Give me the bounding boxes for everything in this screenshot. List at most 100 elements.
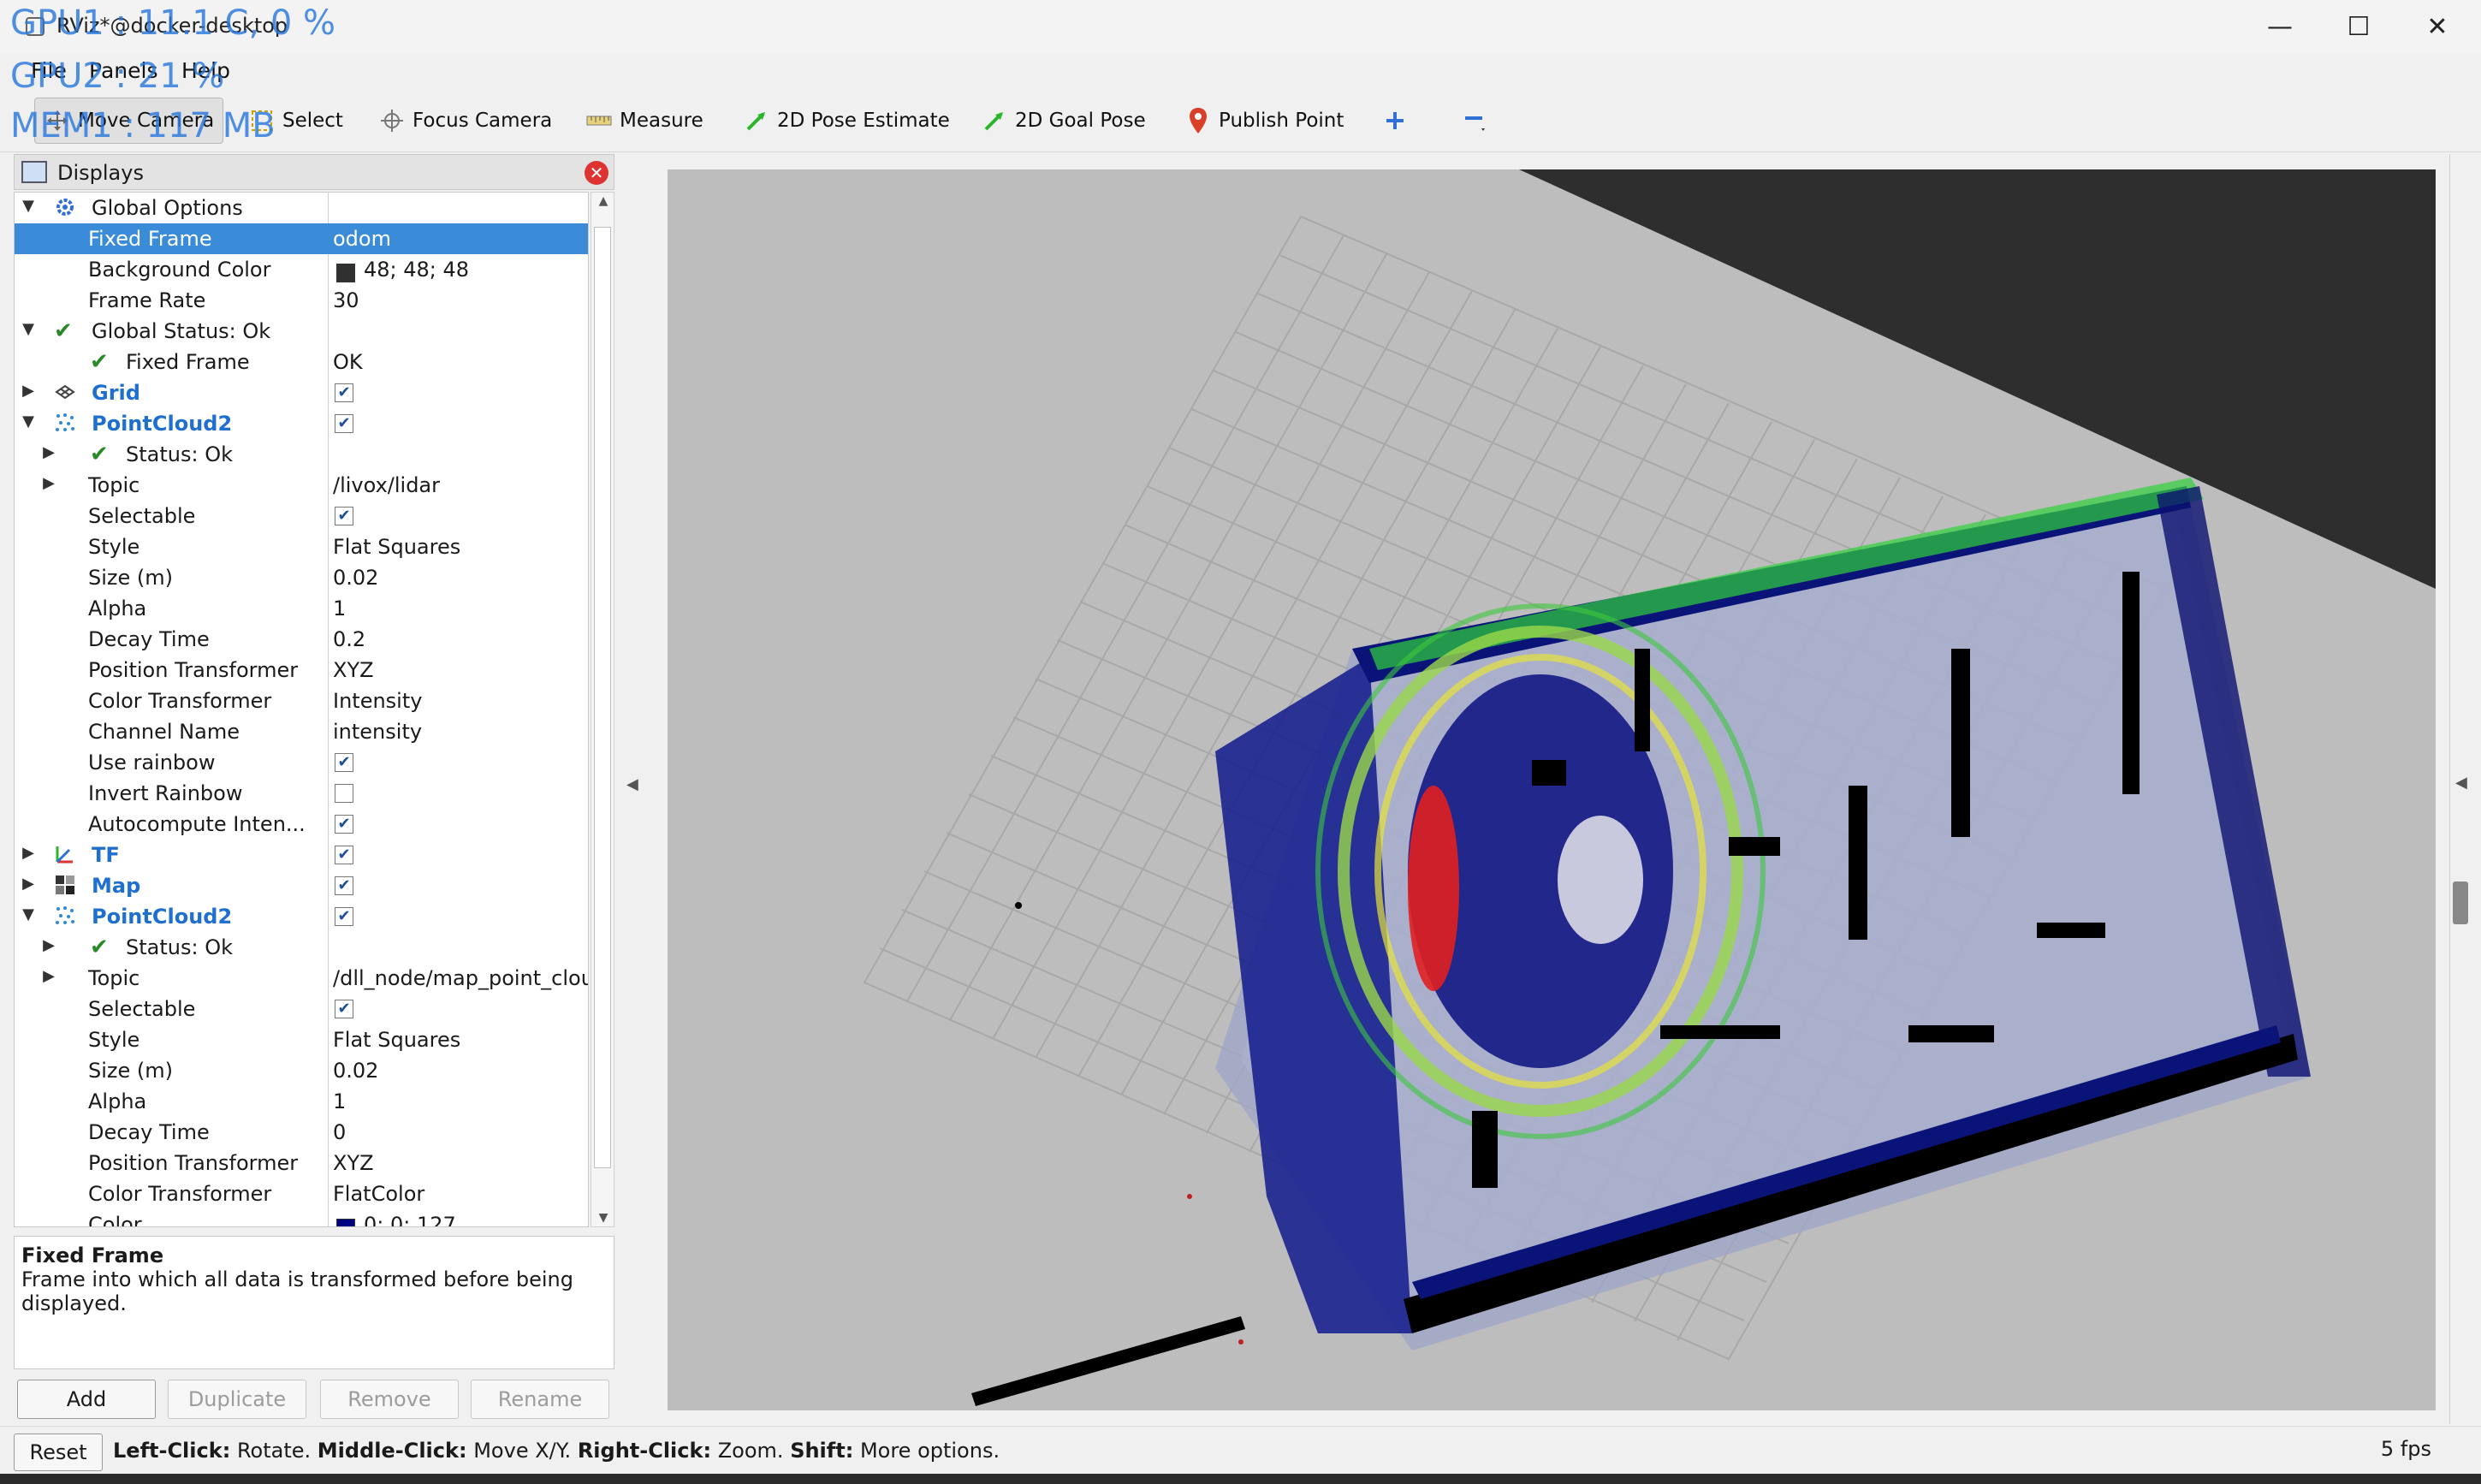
- expand-down-arrow-icon[interactable]: ▼: [18, 413, 39, 430]
- close-window-button[interactable]: ✕: [2398, 0, 2477, 53]
- color-swatch[interactable]: [336, 264, 355, 282]
- tree-row-checkbox[interactable]: ✔: [335, 815, 353, 834]
- tree-row-value[interactable]: Flat Squares: [333, 1028, 588, 1052]
- add-tool-button[interactable]: [1373, 98, 1424, 144]
- tree-row-value[interactable]: 48; 48; 48: [364, 258, 588, 282]
- expand-right-arrow-icon[interactable]: ▶: [39, 967, 59, 985]
- measure-tool[interactable]: Measure: [577, 98, 712, 144]
- tree-row[interactable]: ▼ PointCloud2 ✔: [15, 408, 588, 439]
- tree-row[interactable]: Alpha 1: [15, 593, 588, 624]
- tree-row[interactable]: ▶ Topic/dll_node/map_point_cloud: [15, 963, 588, 994]
- expand-down-arrow-icon[interactable]: ▼: [18, 197, 39, 215]
- pose-estimate-tool[interactable]: 2D Pose Estimate: [734, 98, 959, 144]
- scroll-down-arrow-icon[interactable]: ▼: [595, 1211, 612, 1225]
- rename-display-button[interactable]: Rename: [471, 1380, 609, 1419]
- tree-row[interactable]: Selectable ✔: [15, 994, 588, 1024]
- maximize-button[interactable]: ☐: [2319, 0, 2398, 53]
- tree-row[interactable]: Position Transformer XYZ: [15, 1148, 588, 1178]
- displays-scroll-thumb[interactable]: [594, 227, 611, 1168]
- collapse-left-icon[interactable]: ◀: [626, 775, 638, 793]
- displays-scrollbar[interactable]: ▲ ▼: [591, 192, 614, 1227]
- tree-row-value[interactable]: 1: [333, 1089, 588, 1113]
- publish-point-tool[interactable]: Publish Point: [1176, 98, 1352, 144]
- tree-row[interactable]: Background Color 48; 48; 48: [15, 254, 588, 285]
- tree-row[interactable]: ▶ Grid ✔: [15, 377, 588, 408]
- tree-row-value[interactable]: 0.02: [333, 1059, 588, 1083]
- tree-row-value[interactable]: FlatColor: [333, 1182, 588, 1206]
- viewport-scroll-thumb[interactable]: [2453, 881, 2468, 924]
- collapse-right-icon[interactable]: ◀: [2455, 774, 2467, 792]
- tree-row[interactable]: Invert Rainbow: [15, 778, 588, 809]
- tree-row-value[interactable]: /dll_node/map_point_cloud: [333, 966, 588, 990]
- tree-row-value[interactable]: Flat Squares: [333, 535, 588, 559]
- tree-row-checkbox[interactable]: ✔: [335, 1000, 353, 1018]
- expand-right-arrow-icon[interactable]: ▶: [39, 474, 59, 492]
- tree-row[interactable]: Style Flat Squares: [15, 1024, 588, 1055]
- tree-row[interactable]: ▼ PointCloud2 ✔: [15, 901, 588, 932]
- add-display-button[interactable]: Add: [17, 1380, 156, 1419]
- expand-down-arrow-icon[interactable]: ▼: [18, 905, 39, 923]
- minimize-button[interactable]: —: [2241, 0, 2319, 53]
- tree-row[interactable]: ✔ Fixed Frame OK: [15, 347, 588, 377]
- tree-row-value[interactable]: OK: [333, 350, 588, 374]
- color-swatch[interactable]: [336, 1219, 355, 1226]
- duplicate-display-button[interactable]: Duplicate: [168, 1380, 306, 1419]
- tree-row-checkbox[interactable]: ✔: [335, 383, 353, 402]
- tree-row[interactable]: Fixed Frame odom: [15, 223, 588, 254]
- tree-row-checkbox[interactable]: ✔: [335, 507, 353, 525]
- tree-row[interactable]: Size (m) 0.02: [15, 562, 588, 593]
- tree-row[interactable]: ▶ Topic/livox/lidar: [15, 470, 588, 501]
- expand-right-arrow-icon[interactable]: ▶: [18, 382, 39, 400]
- move-camera-tool[interactable]: Move Camera: [34, 98, 224, 144]
- tree-row-value[interactable]: 1: [333, 597, 588, 620]
- tree-row[interactable]: Decay Time 0: [15, 1117, 588, 1148]
- scroll-up-arrow-icon[interactable]: ▲: [595, 194, 612, 208]
- tree-row-checkbox[interactable]: ✔: [335, 753, 353, 772]
- expand-right-arrow-icon[interactable]: ▶: [18, 875, 39, 893]
- viewport-side-scrollbar[interactable]: ◀: [2449, 154, 2472, 1424]
- tree-row[interactable]: Style Flat Squares: [15, 531, 588, 562]
- tree-row[interactable]: Size (m) 0.02: [15, 1055, 588, 1086]
- tree-row-value[interactable]: odom: [333, 227, 588, 251]
- expand-down-arrow-icon[interactable]: ▼: [18, 320, 39, 338]
- tree-row[interactable]: ▼ ✔ Global Status: Ok: [15, 316, 588, 347]
- tree-row-value[interactable]: XYZ: [333, 658, 588, 682]
- tree-row[interactable]: Selectable ✔: [15, 501, 588, 531]
- select-tool[interactable]: Select: [240, 98, 352, 144]
- tree-row[interactable]: Color 0; 0; 127: [15, 1209, 588, 1226]
- tree-row[interactable]: ▶ ✔ Status: Ok: [15, 439, 588, 470]
- tree-row[interactable]: Decay Time 0.2: [15, 624, 588, 655]
- tree-row[interactable]: ▶ TF ✔: [15, 840, 588, 870]
- menu-help[interactable]: Help: [181, 58, 230, 83]
- tree-row[interactable]: ▶ Map ✔: [15, 870, 588, 901]
- tree-row-checkbox[interactable]: [335, 784, 353, 803]
- expand-right-arrow-icon[interactable]: ▶: [18, 844, 39, 862]
- tree-row[interactable]: Alpha 1: [15, 1086, 588, 1117]
- expand-right-arrow-icon[interactable]: ▶: [39, 936, 59, 954]
- remove-tool-button[interactable]: [1453, 98, 1505, 144]
- tree-row[interactable]: ▼ Global Options: [15, 193, 588, 223]
- tree-row-value[interactable]: XYZ: [333, 1151, 588, 1175]
- focus-camera-tool[interactable]: Focus Camera: [370, 98, 561, 144]
- reset-button[interactable]: Reset: [14, 1434, 103, 1471]
- remove-display-button[interactable]: Remove: [320, 1380, 459, 1419]
- tree-row[interactable]: Frame Rate 30: [15, 285, 588, 316]
- tree-row[interactable]: Color Transformer FlatColor: [15, 1178, 588, 1209]
- tree-row-value[interactable]: intensity: [333, 720, 588, 744]
- goal-pose-tool[interactable]: 2D Goal Pose: [972, 98, 1154, 144]
- displays-tree[interactable]: ▼ Global Options Fixed Frame odom Background…: [14, 192, 589, 1227]
- tree-row[interactable]: Position Transformer XYZ: [15, 655, 588, 686]
- tree-row-checkbox[interactable]: ✔: [335, 846, 353, 864]
- tree-row[interactable]: Color Transformer Intensity: [15, 686, 588, 716]
- tree-row-checkbox[interactable]: ✔: [335, 876, 353, 895]
- tree-row[interactable]: Channel Name intensity: [15, 716, 588, 747]
- tree-row[interactable]: Use rainbow ✔: [15, 747, 588, 778]
- tree-row-value[interactable]: 0; 0; 127: [364, 1213, 588, 1226]
- render-viewport[interactable]: [668, 169, 2436, 1410]
- menu-panels[interactable]: Panels: [89, 58, 157, 83]
- tree-row-value[interactable]: Intensity: [333, 689, 588, 713]
- tree-row-value[interactable]: 0: [333, 1120, 588, 1144]
- tree-row-value[interactable]: 0.2: [333, 627, 588, 651]
- tree-row-value[interactable]: /livox/lidar: [333, 473, 588, 497]
- expand-right-arrow-icon[interactable]: ▶: [39, 443, 59, 461]
